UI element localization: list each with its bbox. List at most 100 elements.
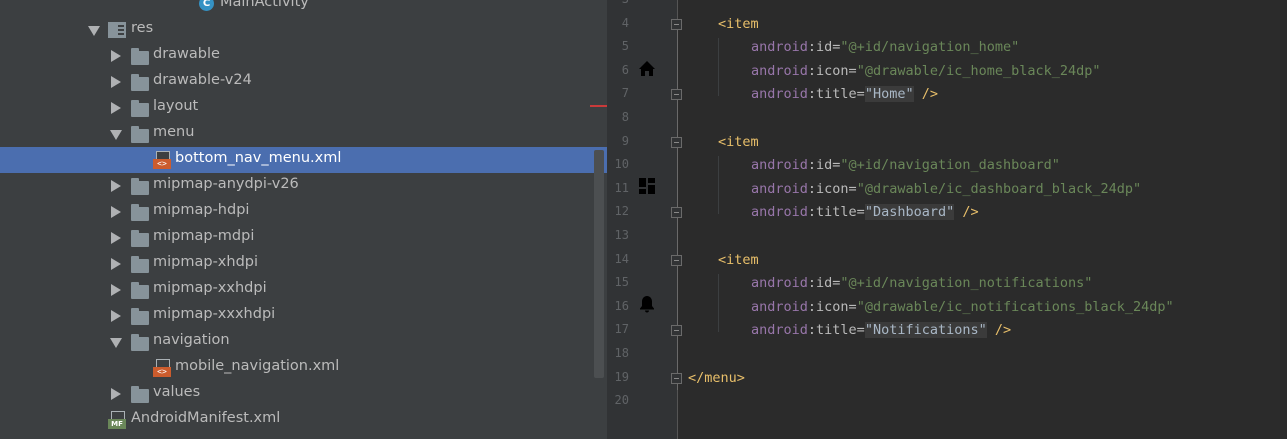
tree-item-mipmap-xxxhdpi[interactable]: mipmap-xxxhdpi bbox=[0, 303, 607, 329]
xml-namespace: android bbox=[751, 39, 808, 56]
xml-tag-close: /> bbox=[913, 86, 938, 103]
res-icon-part bbox=[118, 25, 124, 27]
fold-expand-icon[interactable] bbox=[671, 254, 682, 266]
tree-scrollbar[interactable] bbox=[594, 150, 604, 378]
line-number: 7 bbox=[621, 86, 629, 101]
fold-collapse-icon[interactable] bbox=[671, 89, 682, 101]
fold-expand-icon[interactable] bbox=[671, 18, 682, 30]
code-line[interactable]: </menu> bbox=[688, 367, 745, 389]
tree-item-label: mipmap-xxxhdpi bbox=[153, 306, 276, 322]
tree-item-mipmap-xhdpi[interactable]: mipmap-xhdpi bbox=[0, 251, 607, 277]
xml-attribute: :title= bbox=[807, 322, 865, 339]
xml-namespace: android bbox=[751, 157, 808, 174]
chevron-right-icon[interactable] bbox=[111, 258, 121, 270]
xml-attribute-value: "@+id/navigation_home" bbox=[840, 39, 1020, 56]
xml-attribute-value: "@+id/navigation_dashboard" bbox=[840, 157, 1060, 174]
home-icon[interactable] bbox=[638, 60, 656, 78]
code-line[interactable]: <item bbox=[718, 13, 759, 35]
tree-item-mipmap-xxhdpi[interactable]: mipmap-xxhdpi bbox=[0, 277, 607, 303]
code-line[interactable]: <item bbox=[718, 249, 759, 271]
fold-expand-icon[interactable] bbox=[671, 136, 682, 148]
chevron-right-icon[interactable] bbox=[111, 310, 121, 322]
fold-collapse-icon[interactable] bbox=[671, 325, 682, 337]
code-line[interactable]: android:id="@+id/navigation_home" bbox=[751, 36, 1019, 58]
tree-item-menu[interactable]: menu bbox=[0, 121, 607, 147]
xml-tag: </menu> bbox=[688, 369, 745, 386]
splitter-marker bbox=[590, 105, 607, 107]
tree-item-values[interactable]: values bbox=[0, 381, 607, 407]
xml-attribute: :id= bbox=[807, 39, 841, 56]
dashboard-icon[interactable] bbox=[638, 177, 656, 195]
chevron-right-icon[interactable] bbox=[111, 76, 121, 88]
chevron-right-icon[interactable] bbox=[111, 50, 121, 62]
fold-collapse-icon[interactable] bbox=[671, 207, 682, 219]
folder-icon bbox=[131, 308, 149, 325]
res-icon-part bbox=[118, 29, 124, 31]
indent-guide bbox=[718, 156, 719, 214]
code-line[interactable]: <item bbox=[718, 131, 759, 153]
chevron-right-icon[interactable] bbox=[111, 284, 121, 296]
xml-namespace: android bbox=[751, 298, 808, 315]
code-line[interactable]: android:icon="@drawable/ic_home_black_24… bbox=[751, 60, 1101, 82]
xml-namespace: android bbox=[751, 180, 808, 197]
tree-item-drawable-v24[interactable]: drawable-v24 bbox=[0, 69, 607, 95]
tree-item-navigation[interactable]: navigation bbox=[0, 329, 607, 355]
tree-item-label: drawable bbox=[153, 46, 220, 62]
tree-item-label: mipmap-mdpi bbox=[153, 228, 255, 244]
code-area[interactable]: <item android:id="@+id/navigation_home" an… bbox=[688, 0, 1287, 439]
xml-file-icon: <> bbox=[153, 359, 171, 377]
tree-item-label: MainActivity bbox=[220, 0, 309, 10]
manifest-badge: MF bbox=[108, 419, 126, 429]
xml-attribute: :icon= bbox=[807, 180, 857, 197]
tree-item-drawable[interactable]: drawable bbox=[0, 43, 607, 69]
line-number: 5 bbox=[621, 39, 629, 54]
code-line[interactable]: android:id="@+id/navigation_notification… bbox=[751, 272, 1092, 294]
chevron-right-icon[interactable] bbox=[111, 206, 121, 218]
xml-attribute: :icon= bbox=[807, 298, 857, 315]
tree-item-mipmap-mdpi[interactable]: mipmap-mdpi bbox=[0, 225, 607, 251]
xml-namespace: android bbox=[751, 86, 808, 103]
chevron-down-icon[interactable] bbox=[110, 338, 122, 348]
tree-item-label: menu bbox=[153, 124, 195, 140]
line-number: 6 bbox=[621, 62, 629, 77]
tree-item-mipmap-anydpi-v26[interactable]: mipmap-anydpi-v26 bbox=[0, 173, 607, 199]
tree-item-mipmap-hdpi[interactable]: mipmap-hdpi bbox=[0, 199, 607, 225]
line-number: 10 bbox=[614, 157, 629, 172]
line-number: 9 bbox=[621, 133, 629, 148]
chevron-right-icon[interactable] bbox=[111, 102, 121, 114]
indent-guide bbox=[718, 38, 719, 96]
xml-badge: <> bbox=[153, 367, 171, 377]
chevron-down-icon[interactable] bbox=[110, 130, 122, 140]
line-number: 19 bbox=[614, 369, 629, 384]
tree-item-label: bottom_nav_menu.xml bbox=[175, 150, 342, 166]
tree-item-bottom-nav-menu-xml[interactable]: <> bottom_nav_menu.xml bbox=[0, 147, 607, 173]
class-icon: C bbox=[199, 0, 214, 11]
notifications-bell-icon[interactable] bbox=[638, 295, 656, 313]
line-number: 4 bbox=[621, 15, 629, 30]
line-number: 15 bbox=[614, 275, 629, 290]
chevron-right-icon[interactable] bbox=[111, 232, 121, 244]
folder-icon bbox=[131, 48, 149, 65]
folder-icon bbox=[131, 126, 149, 143]
tree-item-res[interactable]: res bbox=[0, 17, 607, 43]
code-line[interactable]: android:title="Home" /> bbox=[751, 83, 938, 105]
chevron-down-icon[interactable] bbox=[88, 26, 100, 36]
code-line[interactable]: android:icon="@drawable/ic_dashboard_bla… bbox=[751, 178, 1141, 200]
tree-item-androidmanifest-xml[interactable]: MF AndroidManifest.xml bbox=[0, 407, 607, 433]
tree-item-label: mipmap-xhdpi bbox=[153, 254, 259, 270]
tree-item-mainactivity[interactable]: C MainActivity bbox=[0, 0, 607, 17]
indent-guide bbox=[718, 274, 719, 332]
tree-item-mobile-navigation-xml[interactable]: <> mobile_navigation.xml bbox=[0, 355, 607, 381]
chevron-right-icon[interactable] bbox=[111, 180, 121, 192]
xml-attribute-value: "Notifications" bbox=[864, 322, 987, 339]
code-line[interactable]: android:title="Notifications" /> bbox=[751, 319, 1011, 341]
xml-tag-close: /> bbox=[954, 204, 979, 221]
fold-collapse-icon[interactable] bbox=[671, 372, 682, 384]
code-line[interactable]: android:title="Dashboard" /> bbox=[751, 201, 979, 223]
chevron-right-icon[interactable] bbox=[111, 388, 121, 400]
folder-icon bbox=[131, 386, 149, 403]
tree-item-layout[interactable]: layout bbox=[0, 95, 607, 121]
xml-tag: <item bbox=[718, 15, 759, 32]
code-line[interactable]: android:icon="@drawable/ic_notifications… bbox=[751, 296, 1174, 318]
code-line[interactable]: android:id="@+id/navigation_dashboard" bbox=[751, 154, 1060, 176]
